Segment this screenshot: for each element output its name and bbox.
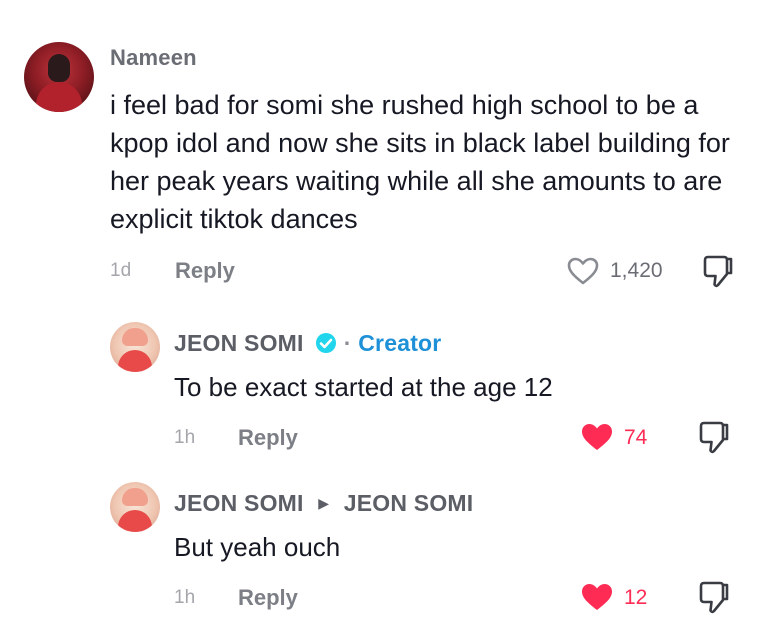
comment-text: But yeah ouch	[174, 532, 341, 562]
avatar[interactable]	[110, 482, 160, 532]
comment-timestamp: 1h	[174, 587, 196, 608]
heart-icon[interactable]	[580, 582, 614, 612]
avatar[interactable]	[24, 42, 94, 112]
creator-badge: Creator	[358, 330, 442, 356]
comment-timestamp: 1h	[174, 427, 196, 448]
comment-username-line: JEON SOMI ▶ JEON SOMI	[174, 490, 473, 517]
thumbs-down-icon[interactable]	[696, 420, 732, 454]
avatar[interactable]	[110, 322, 160, 372]
thumbs-down-icon[interactable]	[696, 580, 732, 614]
thumbs-down-icon[interactable]	[700, 254, 736, 288]
avatar-hair	[122, 328, 148, 346]
comment-username[interactable]: Nameen	[110, 45, 197, 71]
avatar-hair	[122, 488, 148, 506]
avatar-body	[118, 510, 152, 532]
avatar-body	[118, 350, 152, 372]
reply-to-username[interactable]: JEON SOMI	[344, 490, 474, 516]
comment-text: i feel bad for somi she rushed high scho…	[110, 90, 730, 234]
triangle-right-icon: ▶	[318, 495, 330, 511]
comment-username-line: JEON SOMI · Creator	[174, 330, 441, 357]
separator-dot: ·	[343, 330, 352, 356]
like-count: 74	[624, 426, 648, 449]
comment-timestamp: 1d	[110, 260, 132, 281]
avatar-face	[48, 54, 70, 82]
comment-username[interactable]: JEON SOMI	[174, 490, 304, 516]
reply-button[interactable]: Reply	[238, 425, 298, 451]
heart-icon[interactable]	[580, 422, 614, 452]
heart-icon[interactable]	[566, 256, 600, 286]
reply-button[interactable]: Reply	[238, 585, 298, 611]
comment-text: To be exact started at the age 12	[174, 372, 553, 402]
comment-username[interactable]: JEON SOMI	[174, 330, 304, 356]
verified-badge-icon	[316, 333, 337, 353]
avatar-body	[36, 82, 82, 112]
reply-button[interactable]: Reply	[175, 258, 235, 284]
like-count: 12	[624, 586, 648, 609]
like-count: 1,420	[610, 259, 663, 282]
